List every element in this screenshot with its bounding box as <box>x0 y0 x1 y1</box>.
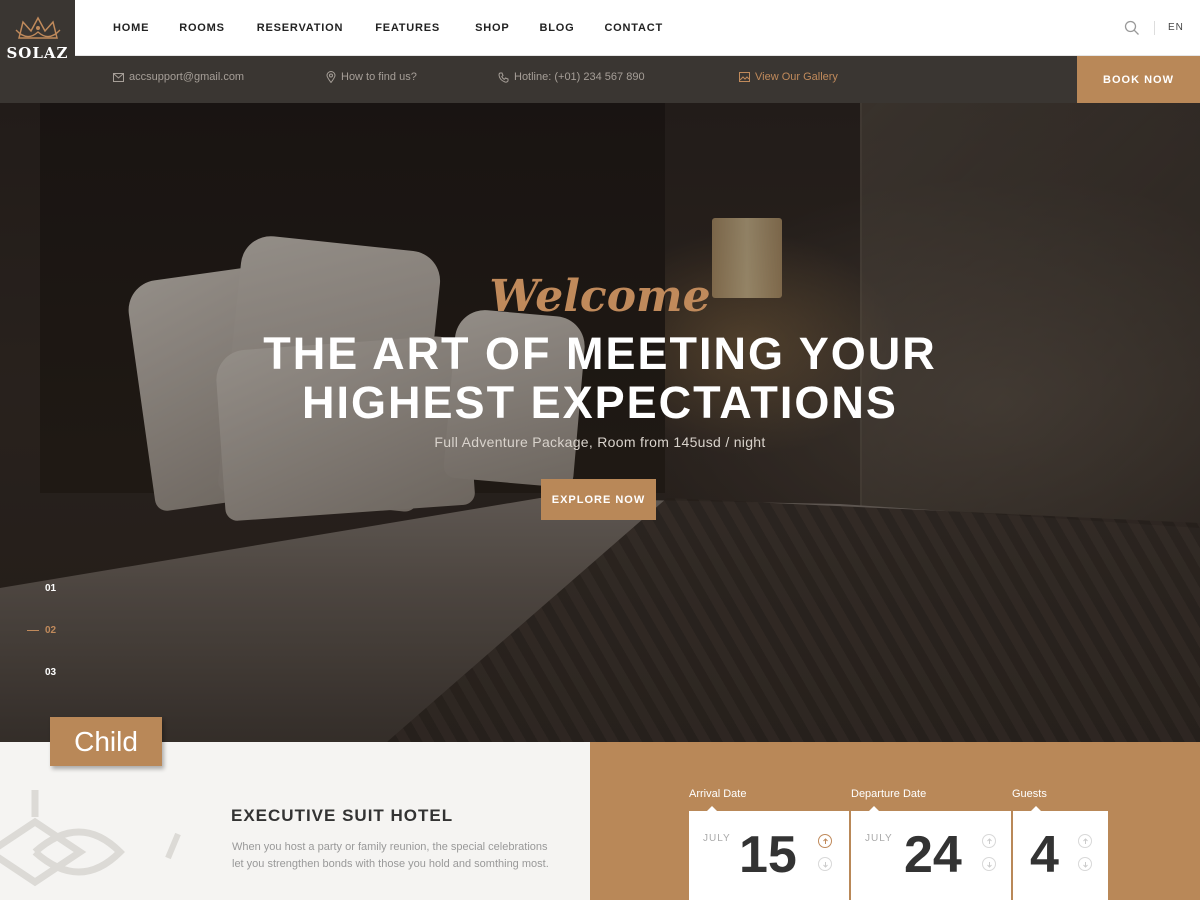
about-text: When you host a party or family reunion,… <box>232 841 549 870</box>
site-header: HOME ROOMS RESERVATION FEATURES SHOP BLO… <box>0 0 1200 56</box>
brand-logo[interactable]: SOLAZ <box>0 0 75 103</box>
about-title: EXECUTIVE SUIT HOTEL <box>231 806 454 825</box>
arrival-label: Arrival Date <box>689 788 747 800</box>
child-badge: Child <box>50 717 162 766</box>
info-location-text: How to find us? <box>341 71 417 83</box>
departure-date-picker[interactable]: JULY 24 <box>851 806 1011 900</box>
guests-count: 4 <box>1030 826 1059 884</box>
nav-shop[interactable]: SHOP <box>475 22 509 34</box>
hero-slider: Welcome THE ART OF MEETING YOUR HIGHEST … <box>0 103 1200 742</box>
departure-day: 24 <box>904 826 962 884</box>
hero-title: THE ART OF MEETING YOUR HIGHEST EXPECTAT… <box>0 329 1200 427</box>
slide-active-dash <box>27 630 39 631</box>
info-hotline-text: Hotline: (+01) 234 567 890 <box>514 71 645 83</box>
slide-indicator-1[interactable]: 01 <box>45 583 56 594</box>
booking-form: Arrival Date Departure Date Guests JULY … <box>590 742 1200 900</box>
brand-name: SOLAZ <box>6 44 69 62</box>
phone-icon <box>498 72 509 83</box>
hero-title-line2: HIGHEST EXPECTATIONS <box>302 377 898 428</box>
arrival-day: 15 <box>739 826 797 884</box>
nav-reservation[interactable]: RESERVATION <box>257 22 343 34</box>
nav-features[interactable]: FEATURES <box>375 22 440 34</box>
arrow-down-icon[interactable] <box>982 857 996 871</box>
crown-logo-icon <box>15 16 60 39</box>
arrow-down-icon[interactable] <box>818 857 832 871</box>
slide-indicator-2[interactable]: 02 <box>45 625 56 636</box>
info-gallery-text: View Our Gallery <box>755 71 838 83</box>
language-switcher[interactable]: EN <box>1168 22 1184 33</box>
header-divider <box>1154 21 1155 35</box>
explore-now-button[interactable]: EXPLORE NOW <box>541 479 656 520</box>
info-bar: accsupport@gmail.com How to find us? Hot… <box>0 56 1200 103</box>
book-now-button[interactable]: BOOK NOW <box>1077 56 1200 103</box>
card-notch <box>707 806 717 811</box>
info-location[interactable]: How to find us? <box>326 71 417 83</box>
departure-month: JULY <box>865 833 893 844</box>
guests-label: Guests <box>1012 788 1047 800</box>
departure-label: Departure Date <box>851 788 927 800</box>
info-hotline[interactable]: Hotline: (+01) 234 567 890 <box>498 71 645 83</box>
nav-home[interactable]: HOME <box>113 22 149 34</box>
image-icon <box>739 72 750 82</box>
hero-script-title: Welcome <box>489 271 711 322</box>
nav-blog[interactable]: BLOG <box>539 22 574 34</box>
hero-title-line1: THE ART OF MEETING YOUR <box>263 328 937 379</box>
arrival-date-picker[interactable]: JULY 15 <box>689 806 849 900</box>
arrow-up-icon[interactable] <box>1078 834 1092 848</box>
card-notch <box>1031 806 1041 811</box>
guests-picker[interactable]: 4 <box>1013 806 1108 900</box>
card-notch <box>869 806 879 811</box>
arrow-up-icon[interactable] <box>818 834 832 848</box>
mail-icon <box>113 72 124 82</box>
search-icon[interactable] <box>1124 20 1140 36</box>
arrival-month: JULY <box>703 833 731 844</box>
map-pin-icon <box>326 71 336 83</box>
main-nav: HOME ROOMS RESERVATION FEATURES SHOP BLO… <box>113 0 693 56</box>
info-email[interactable]: accsupport@gmail.com <box>113 71 244 83</box>
arrow-down-icon[interactable] <box>1078 857 1092 871</box>
slide-indicator-3[interactable]: 03 <box>45 667 56 678</box>
arrow-up-icon[interactable] <box>982 834 996 848</box>
info-gallery[interactable]: View Our Gallery <box>739 71 838 83</box>
info-email-text: accsupport@gmail.com <box>129 71 245 83</box>
decorative-ornament-icon <box>0 790 181 887</box>
nav-contact[interactable]: CONTACT <box>604 22 663 34</box>
nav-rooms[interactable]: ROOMS <box>179 22 225 34</box>
hero-subtitle: Full Adventure Package, Room from 145usd… <box>434 434 766 450</box>
